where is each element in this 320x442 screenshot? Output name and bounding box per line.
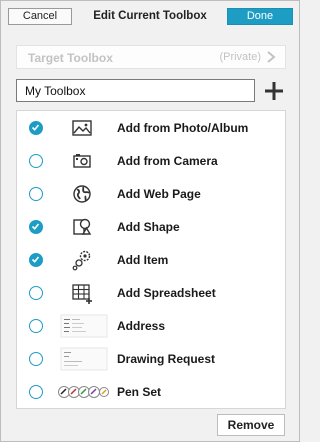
- list-item-add-from-photo-album[interactable]: Add from Photo/Album: [17, 112, 285, 145]
- item-label: Add Web Page: [117, 187, 201, 201]
- shape-icon: [73, 218, 92, 235]
- done-button[interactable]: Done: [227, 8, 293, 25]
- dialog-title: Edit Current Toolbox: [93, 10, 207, 22]
- list-item-pen-set[interactable]: Pen Set: [17, 376, 285, 409]
- unchecked-radio-icon[interactable]: [29, 286, 43, 300]
- item-label: Add Shape: [117, 220, 180, 234]
- item-label: Pen Set: [117, 385, 162, 399]
- remove-button[interactable]: Remove: [217, 414, 285, 436]
- photo-icon: [72, 120, 92, 136]
- list-item-add-from-camera[interactable]: Add from Camera: [17, 145, 285, 178]
- dialog-header: Cancel Edit Current Toolbox Done: [1, 1, 301, 31]
- list-item-add-item[interactable]: Add Item: [17, 244, 285, 277]
- target-toolbox-status: (Private): [219, 51, 261, 63]
- item-label: Drawing Request: [117, 352, 216, 366]
- unchecked-radio-icon[interactable]: [29, 319, 43, 333]
- checked-radio-icon[interactable]: [29, 253, 43, 267]
- camera-icon: [73, 154, 91, 168]
- checked-radio-icon[interactable]: [29, 121, 43, 135]
- spreadsheet-icon: [72, 284, 92, 304]
- pen-set-icon: [58, 386, 109, 398]
- target-toolbox-label: Target Toolbox: [28, 51, 113, 65]
- target-toolbox-selector[interactable]: Target Toolbox (Private): [16, 45, 286, 69]
- unchecked-radio-icon[interactable]: [29, 352, 43, 366]
- list-item-add-shape[interactable]: Add Shape: [17, 211, 285, 244]
- list-item-address[interactable]: Address: [17, 310, 285, 343]
- list-item-drawing-request[interactable]: Drawing Request: [17, 343, 285, 376]
- item-label: Add from Camera: [117, 154, 218, 168]
- list-item-add-web-page[interactable]: Add Web Page: [17, 178, 285, 211]
- address-thumbnail-icon: [60, 314, 108, 338]
- item-label: Add Spreadsheet: [117, 286, 216, 300]
- unchecked-radio-icon[interactable]: [29, 154, 43, 168]
- item-icon: [72, 250, 91, 271]
- cancel-button[interactable]: Cancel: [8, 8, 72, 25]
- edit-toolbox-dialog: Cancel Edit Current Toolbox Done Target …: [0, 0, 300, 442]
- checked-radio-icon[interactable]: [29, 220, 43, 234]
- unchecked-radio-icon[interactable]: [29, 187, 43, 201]
- item-label: Add Item: [117, 253, 169, 267]
- chevron-right-icon: [267, 51, 276, 63]
- item-label: Add from Photo/Album: [117, 121, 249, 135]
- list-item-add-spreadsheet[interactable]: Add Spreadsheet: [17, 277, 285, 310]
- item-label: Address: [117, 319, 166, 333]
- plus-icon[interactable]: [262, 79, 286, 103]
- toolbox-name-input[interactable]: [16, 79, 255, 102]
- globe-icon: [73, 185, 91, 203]
- unchecked-radio-icon[interactable]: [29, 385, 43, 399]
- drawing-request-thumbnail-icon: [60, 347, 108, 371]
- toolbox-items-list: Add from Photo/Album Add from Camera Add…: [16, 110, 286, 409]
